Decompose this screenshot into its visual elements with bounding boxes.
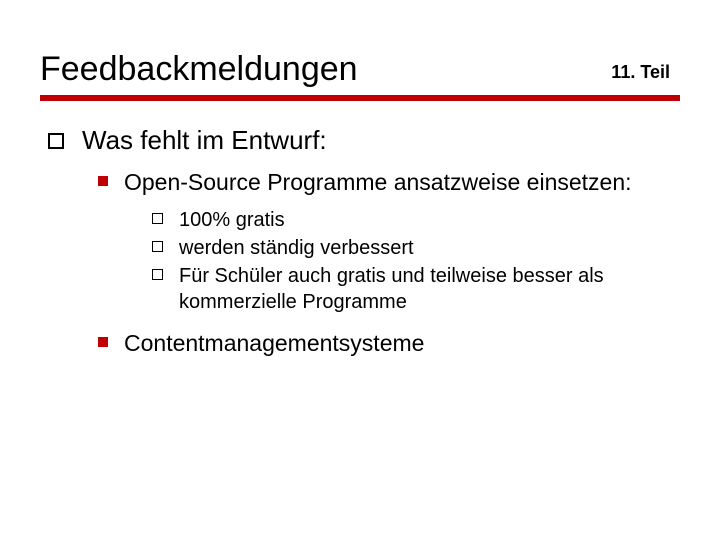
- list-item-text: Open-Source Programme ansatzweise einset…: [124, 168, 632, 197]
- list-item: werden ständig verbessert: [152, 235, 680, 261]
- slide-title: Feedbackmeldungen: [40, 50, 358, 89]
- list-item-text: Contentmanagementsysteme: [124, 329, 424, 358]
- square-filled-bullet-icon: [98, 337, 108, 347]
- title-underline: [40, 95, 680, 101]
- list-item: Für Schüler auch gratis und teilweise be…: [152, 263, 680, 315]
- list-item: 100% gratis: [152, 207, 680, 233]
- square-open-bullet-icon: [152, 241, 163, 252]
- header: Feedbackmeldungen 11. Teil: [40, 50, 680, 89]
- list-item: Open-Source Programme ansatzweise einset…: [98, 168, 680, 197]
- list-item-text: 100% gratis: [179, 207, 285, 233]
- list-item-text: Was fehlt im Entwurf:: [82, 125, 327, 156]
- square-open-bullet-icon: [152, 269, 163, 280]
- square-open-bullet-icon: [152, 213, 163, 224]
- slide: Feedbackmeldungen 11. Teil Was fehlt im …: [0, 0, 720, 408]
- sub-list: 100% gratis werden ständig verbessert Fü…: [40, 207, 680, 315]
- square-open-bullet-icon: [48, 133, 64, 149]
- list-item: Was fehlt im Entwurf:: [48, 125, 680, 156]
- list-item: Contentmanagementsysteme: [98, 329, 680, 358]
- square-filled-bullet-icon: [98, 176, 108, 186]
- list-item-text: werden ständig verbessert: [179, 235, 414, 261]
- list-item-text: Für Schüler auch gratis und teilweise be…: [179, 263, 680, 315]
- part-label: 11. Teil: [611, 62, 680, 89]
